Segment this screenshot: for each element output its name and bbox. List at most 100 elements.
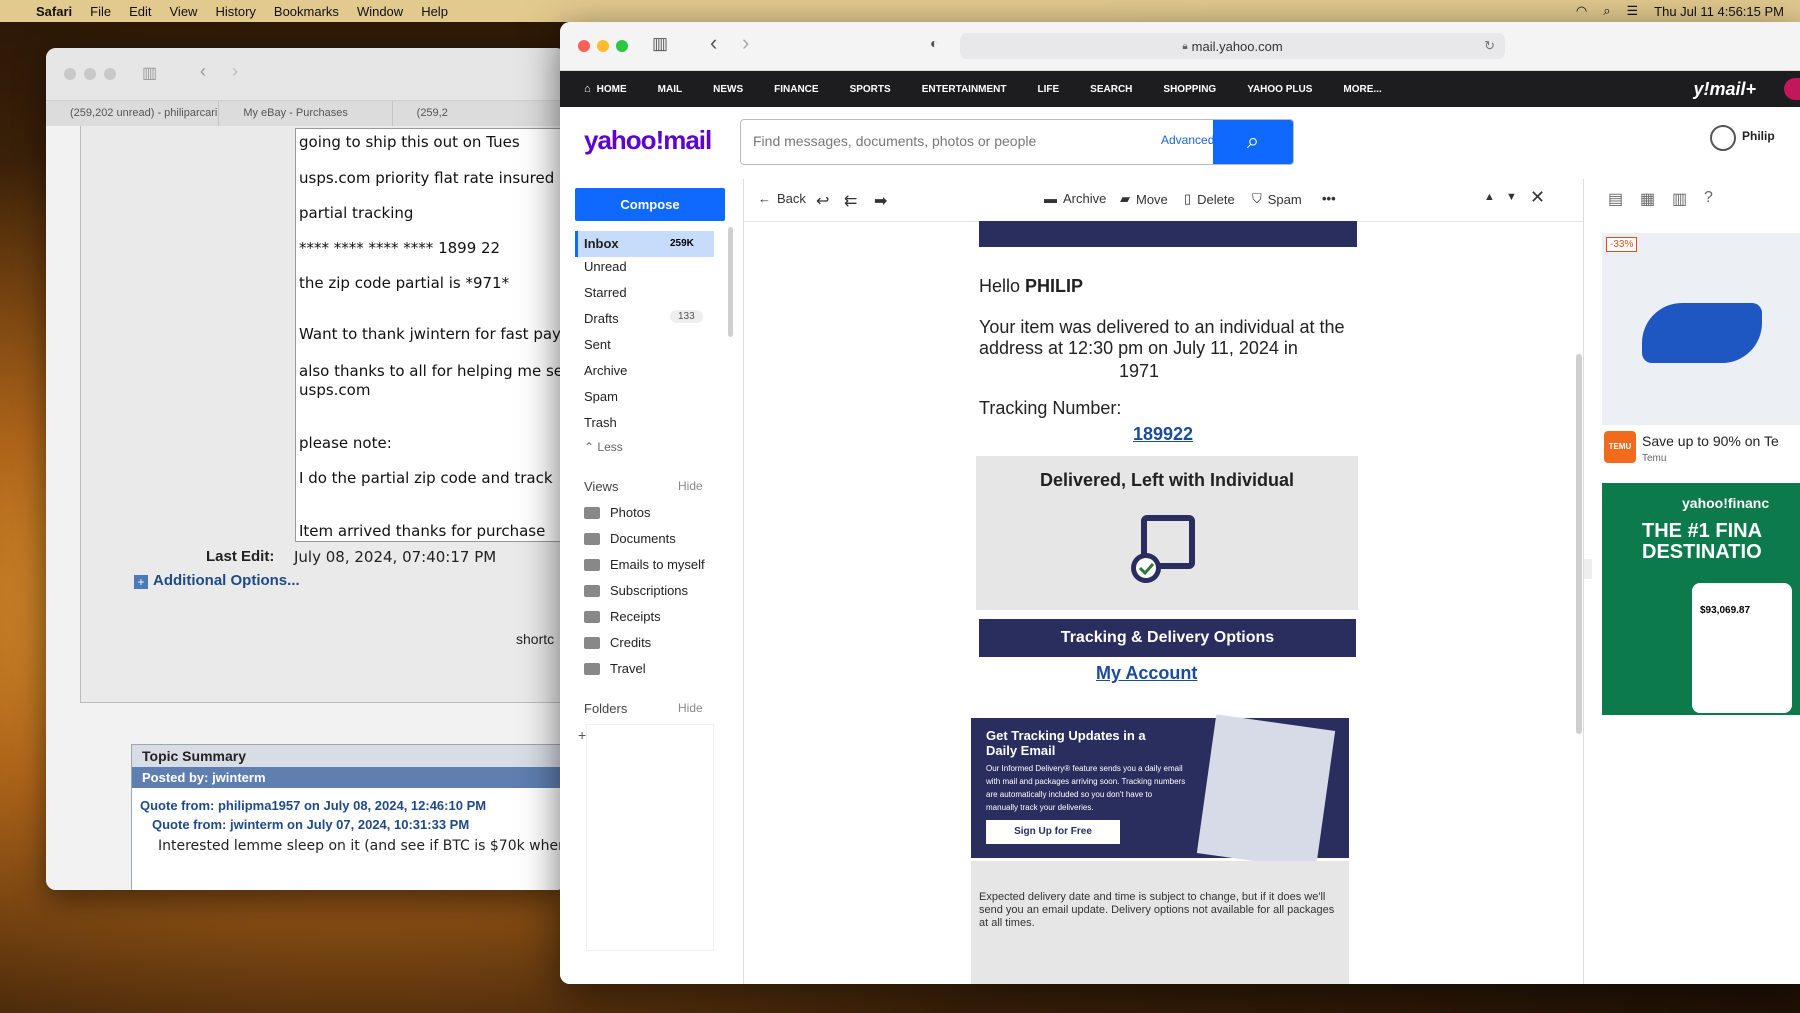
previous-message-icon[interactable]: ▲ [1484, 191, 1495, 203]
spam-button[interactable]: ⛉ Spam [1252, 191, 1302, 207]
clock[interactable]: Thu Jul 11 4:56:15 PM [1654, 4, 1784, 19]
reload-icon[interactable]: ↻ [1484, 38, 1495, 54]
tracking-options-button[interactable]: Tracking & Delivery Options [979, 619, 1356, 657]
message-scrollbar[interactable] [1576, 354, 1582, 734]
back-arrow-icon[interactable]: ‹ [200, 61, 206, 82]
close-button[interactable] [64, 68, 76, 80]
forward-icon[interactable]: ➡ [874, 191, 887, 211]
advanced-search[interactable]: Advanced [1161, 133, 1214, 147]
add-folder-button[interactable]: + [578, 727, 586, 743]
folder-archive[interactable]: Archive [584, 363, 627, 378]
sidebar-icon[interactable]: ▥ [652, 34, 668, 54]
nav-mail[interactable]: MAIL [658, 84, 682, 95]
view-emails-to-myself[interactable]: Emails to myself [584, 557, 705, 572]
collapse-handle[interactable] [1584, 559, 1592, 579]
folder-trash[interactable]: Trash [584, 415, 617, 430]
nav-search[interactable]: SEARCH [1090, 84, 1132, 95]
folder-spam[interactable]: Spam [584, 389, 618, 404]
tab-ebay[interactable]: My eBay - Purchases [219, 101, 393, 127]
folder-unread[interactable]: Unread [584, 259, 627, 274]
help-icon[interactable]: ? [1704, 189, 1713, 207]
view-credits[interactable]: Credits [584, 635, 651, 650]
reply-all-icon[interactable]: ⇇ [844, 191, 857, 211]
folder-starred[interactable]: Starred [584, 285, 627, 300]
ymail-plus-logo[interactable]: y!mail+ [1693, 79, 1756, 100]
forward-arrow-icon[interactable]: › [232, 61, 238, 82]
plus-icon[interactable]: + [134, 575, 148, 589]
finance-ad[interactable]: yahoo!financ THE #1 FINA DESTINATIO $93,… [1602, 483, 1800, 715]
nav-home[interactable]: HOME [597, 84, 627, 95]
quote-2[interactable]: Quote from: jwinterm on July 07, 2024, 1… [132, 813, 566, 832]
menu-edit[interactable]: Edit [129, 4, 151, 19]
wifi-icon[interactable]: ◠ [1576, 3, 1587, 19]
contacts-icon[interactable]: ▤ [1608, 189, 1623, 209]
home-icon[interactable]: ⌂ [584, 83, 591, 95]
next-message-icon[interactable]: ▼ [1506, 191, 1517, 203]
nav-sports[interactable]: SPORTS [850, 84, 891, 95]
additional-options-link[interactable]: Additional Options... [153, 572, 300, 589]
compose-button[interactable]: Compose [575, 188, 725, 221]
nav-shopping[interactable]: SHOPPING [1163, 84, 1216, 95]
notepad-icon[interactable]: ▥ [1672, 189, 1687, 209]
tab-yahoo[interactable]: (259,202 unread) - philiparcari... [46, 101, 220, 127]
folder-drafts[interactable]: Drafts [584, 311, 619, 326]
menu-help[interactable]: Help [421, 4, 448, 19]
yahoo-mail-logo[interactable]: yahoo!mail [584, 125, 712, 156]
nav-more[interactable]: MORE... [1343, 84, 1381, 95]
tab-other[interactable]: (259,2 [393, 101, 566, 127]
delete-button[interactable]: ▯ Delete [1184, 191, 1235, 207]
tracking-number-link[interactable]: 189922 [1133, 424, 1193, 445]
move-button[interactable]: ▰ Move [1120, 191, 1168, 207]
sign-up-button[interactable]: Sign Up for Free [986, 820, 1120, 844]
shield-icon[interactable]: ◐ [930, 35, 938, 51]
more-icon[interactable]: ••• [1322, 191, 1336, 206]
menu-view[interactable]: View [170, 4, 198, 19]
minimize-button[interactable] [597, 40, 609, 52]
view-subscriptions[interactable]: Subscriptions [584, 583, 688, 598]
search-icon[interactable]: ⌕ [1603, 3, 1610, 19]
zoom-button[interactable] [616, 40, 628, 52]
search-button[interactable]: ⌕ [1213, 120, 1293, 164]
view-photos[interactable]: Photos [584, 505, 650, 520]
url-bar[interactable]: 🔒︎ mail.yahoo.com ↻ [960, 33, 1505, 59]
menu-file[interactable]: File [90, 4, 111, 19]
back-arrow-icon[interactable]: ‹ [710, 30, 717, 56]
view-documents[interactable]: Documents [584, 531, 676, 546]
views-hide[interactable]: Hide [678, 479, 703, 493]
control-center-icon[interactable]: ☰ [1627, 3, 1639, 19]
folder-inbox[interactable]: Inbox [584, 236, 619, 251]
menu-window[interactable]: Window [357, 4, 403, 19]
nav-news[interactable]: NEWS [713, 84, 743, 95]
menu-app-name[interactable]: Safari [36, 4, 72, 19]
archive-button[interactable]: ▬ Archive [1044, 191, 1106, 206]
menu-bookmarks[interactable]: Bookmarks [274, 4, 339, 19]
nav-finance[interactable]: FINANCE [774, 84, 818, 95]
sidebar-scrollbar[interactable] [728, 227, 733, 337]
minimize-button[interactable] [84, 68, 96, 80]
close-message-icon[interactable]: ✕ [1530, 187, 1545, 208]
calendar-icon[interactable]: ▦ [1640, 189, 1655, 209]
close-button[interactable] [578, 40, 590, 52]
sidebar-icon[interactable]: ▥ [142, 63, 157, 83]
folders-hide[interactable]: Hide [678, 701, 703, 715]
nav-yahoo-plus[interactable]: YAHOO PLUS [1247, 84, 1312, 95]
search-input[interactable]: Find messages, documents, photos or peop… [753, 133, 1036, 149]
folder-sent[interactable]: Sent [584, 337, 611, 352]
less-toggle[interactable]: ⌃ Less [584, 440, 623, 454]
ad-sandal-image[interactable]: -33% [1602, 233, 1800, 425]
my-account-link[interactable]: My Account [1096, 663, 1197, 684]
reply-icon[interactable]: ↩ [816, 191, 829, 211]
ad-text[interactable]: Save up to 90% on Te [1642, 433, 1779, 449]
zoom-button[interactable] [104, 68, 116, 80]
user-name[interactable]: Philip [1742, 129, 1775, 143]
menu-history[interactable]: History [215, 4, 255, 19]
account-icon[interactable] [1710, 125, 1736, 151]
view-travel[interactable]: Travel [584, 661, 646, 676]
view-receipts[interactable]: Receipts [584, 609, 661, 624]
back-button[interactable]: ← Back [758, 191, 806, 206]
forward-arrow-icon[interactable]: › [742, 30, 749, 56]
quote-1[interactable]: Quote from: philipma1957 on July 08, 202… [132, 788, 566, 813]
avatar-badge[interactable] [1784, 78, 1800, 100]
nav-entertainment[interactable]: ENTERTAINMENT [922, 84, 1007, 95]
nav-life[interactable]: LIFE [1038, 84, 1060, 95]
